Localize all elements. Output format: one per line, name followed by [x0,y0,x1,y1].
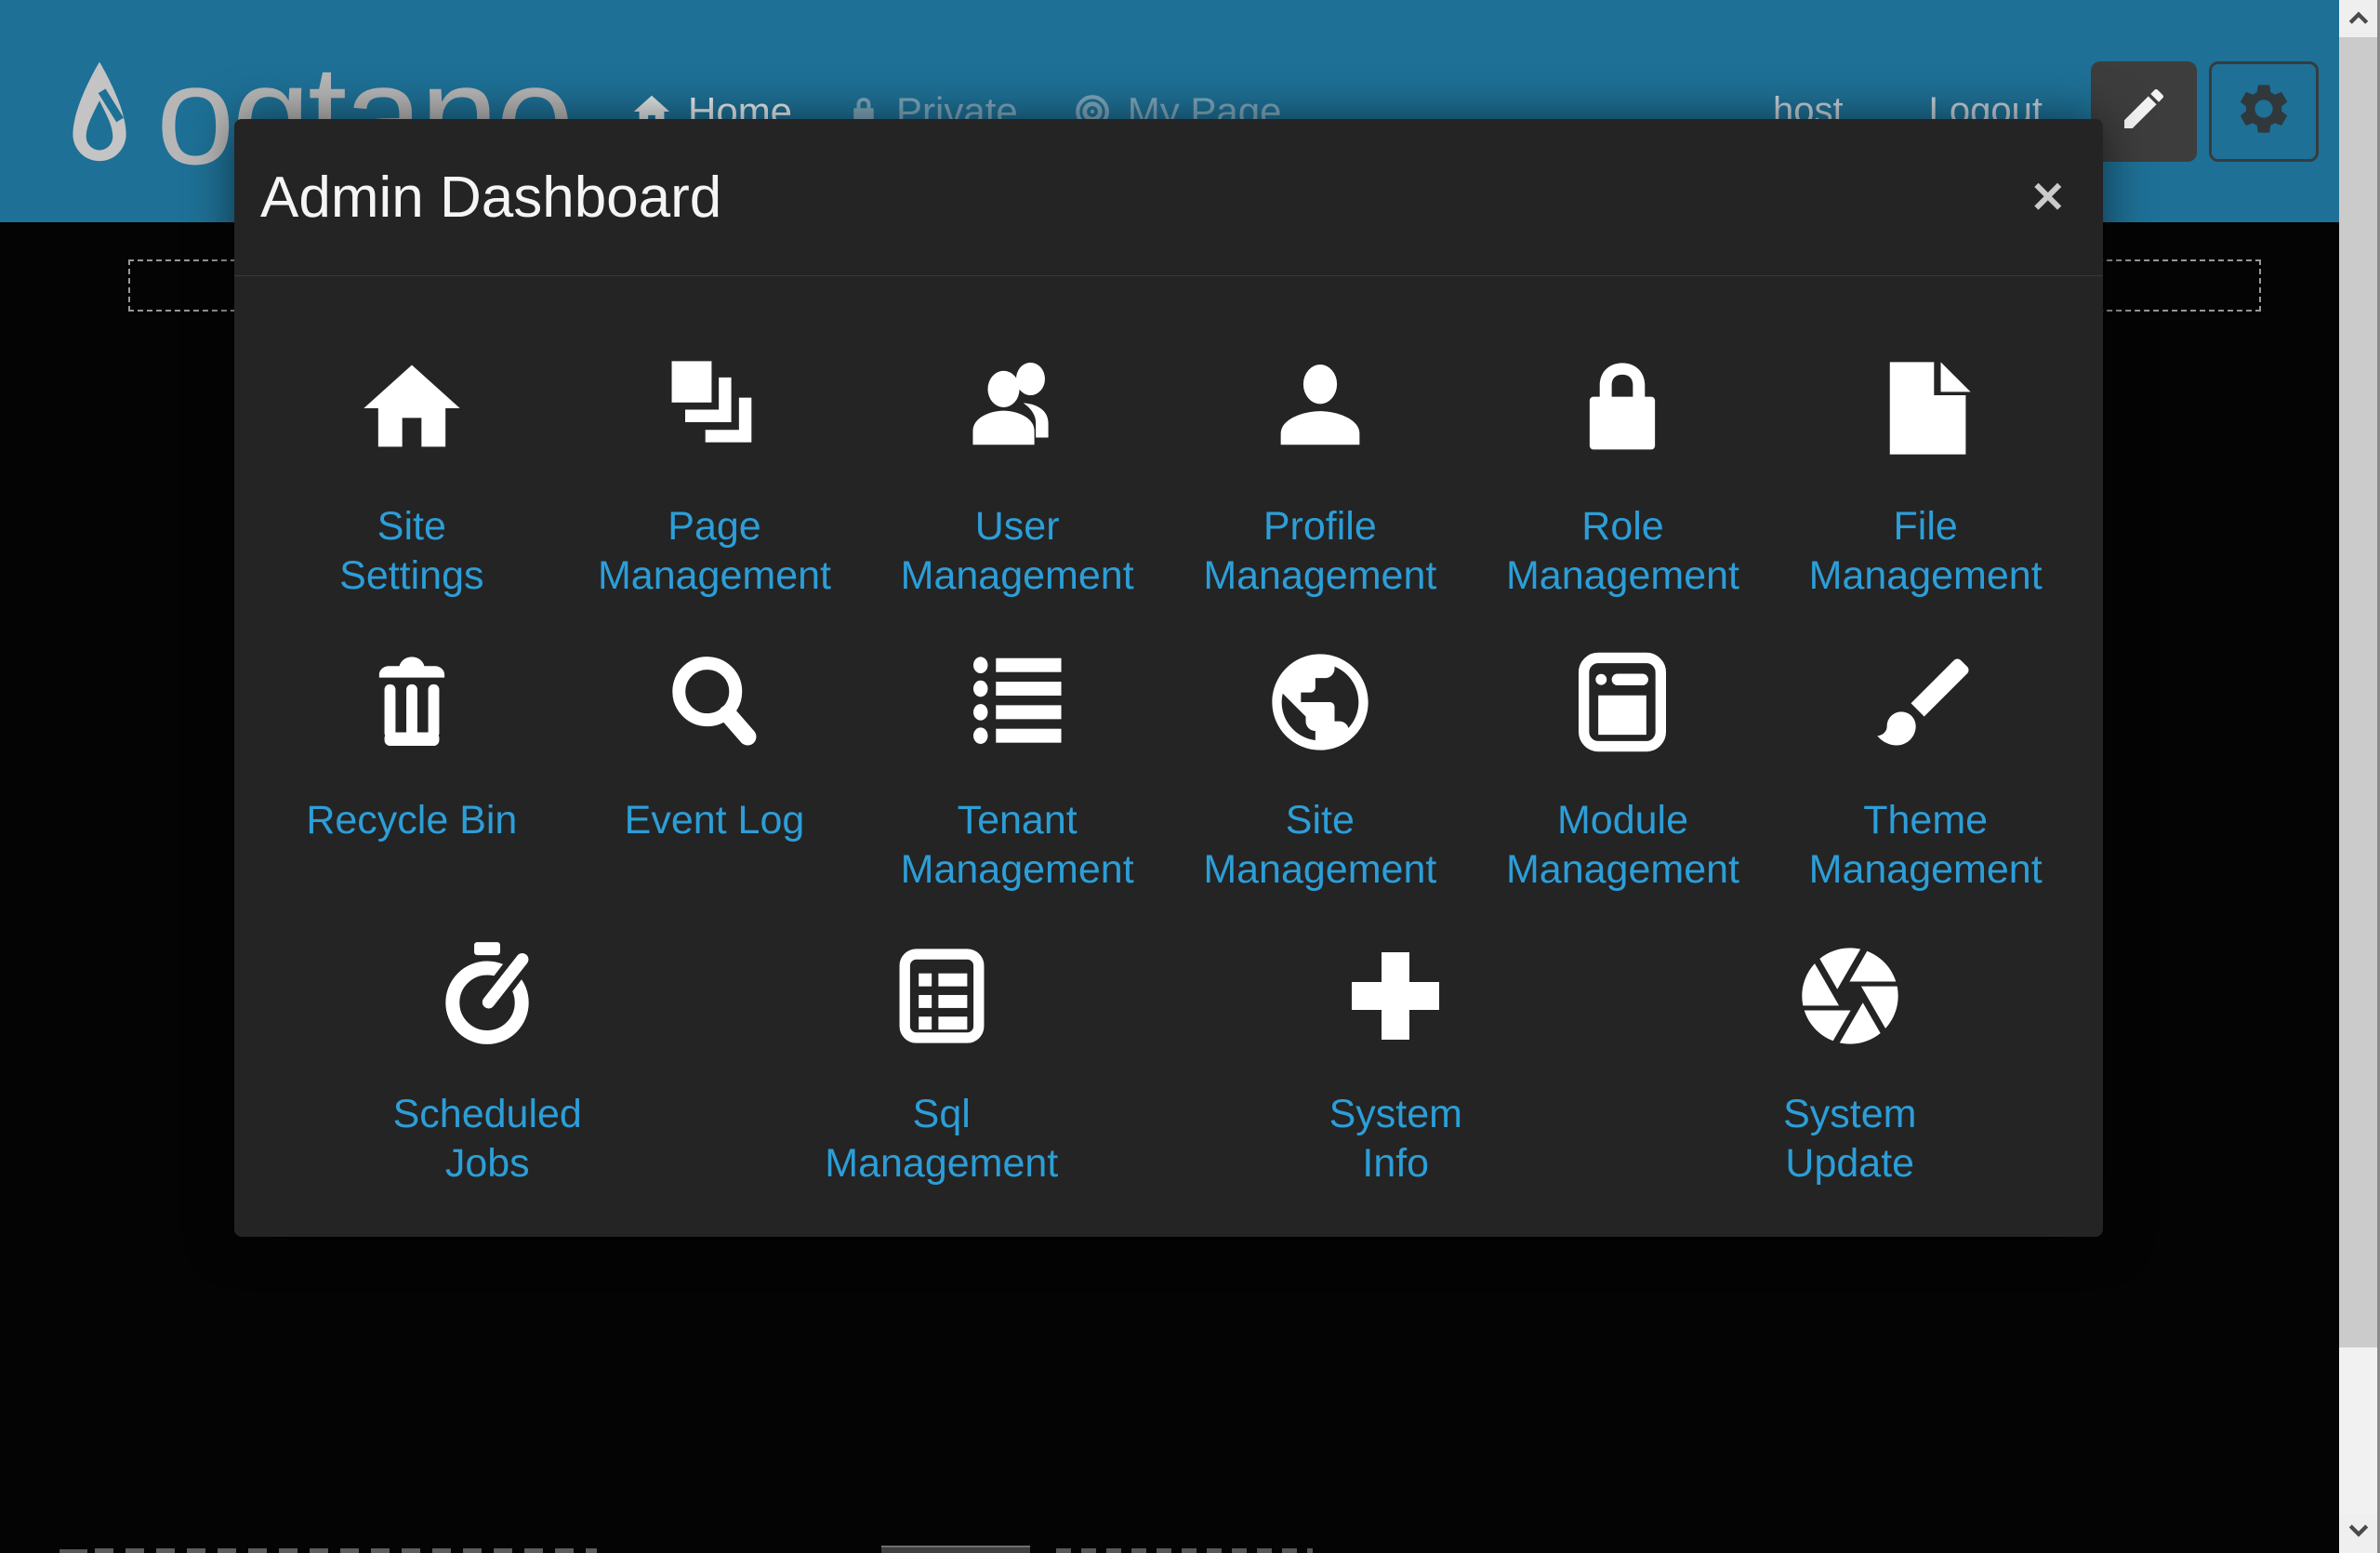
search-icon [563,640,866,764]
gear-icon [2234,79,2294,143]
water-drop-icon [63,60,136,180]
admin-tile-module-management[interactable]: ModuleManagement [1472,640,1775,895]
admin-tile-scheduled-jobs[interactable]: ScheduledJobs [260,934,715,1188]
list-icon [866,640,1169,764]
close-icon[interactable]: ✕ [2020,170,2075,224]
admin-tiles-grid: SiteSettingsPageManagementUserManagement… [234,276,2103,1188]
admin-tile-user-management[interactable]: UserManagement [866,346,1169,601]
aperture-icon [1623,934,2078,1058]
admin-tile-label: SystemUpdate [1623,1090,2078,1188]
admin-tile-system-update[interactable]: SystemUpdate [1623,934,2078,1188]
chevron-up-icon [2345,5,2373,33]
admin-tile-role-management[interactable]: RoleManagement [1472,346,1775,601]
clipped-footer-content [881,1546,1030,1553]
admin-tile-label: TenantManagement [866,796,1169,895]
home-icon [260,346,563,471]
admin-tile-row: Recycle BinEvent LogTenantManagementSite… [260,640,2077,895]
pages-icon [563,346,866,471]
trash-icon [260,640,563,764]
admin-tile-recycle-bin[interactable]: Recycle Bin [260,640,563,895]
scrollbar-thumb[interactable] [2339,37,2377,1347]
admin-tile-label: FileManagement [1774,502,2077,601]
admin-tile-label: SystemInfo [1169,1090,1623,1188]
admin-tile-profile-management[interactable]: ProfileManagement [1169,346,1472,601]
chevron-down-icon [2345,1519,2373,1547]
admin-tile-theme-management[interactable]: ThemeManagement [1774,640,2077,895]
admin-tile-site-settings[interactable]: SiteSettings [260,346,563,601]
globe-icon [1169,640,1472,764]
file-icon [1774,346,2077,471]
modal-title: Admin Dashboard [260,165,721,231]
admin-tile-label: SiteManagement [1169,796,1472,895]
admin-tile-label: SqlManagement [715,1090,1170,1188]
admin-tile-sql-management[interactable]: SqlManagement [715,934,1170,1188]
scroll-down-button[interactable] [2339,1514,2377,1551]
page-scrollbar[interactable] [2339,0,2380,1553]
modal-header: Admin Dashboard ✕ [234,119,2103,276]
brush-icon [1774,640,2077,764]
clipped-footer-content [60,1549,87,1553]
admin-tile-label: ScheduledJobs [260,1090,715,1188]
admin-tile-site-management[interactable]: SiteManagement [1169,640,1472,895]
admin-tile-row: SiteSettingsPageManagementUserManagement… [260,346,2077,601]
person-icon [1169,346,1472,471]
window-icon [1472,640,1775,764]
clipped-footer-content [1056,1548,1313,1553]
admin-tile-system-info[interactable]: SystemInfo [1169,934,1623,1188]
plus-icon [1169,934,1623,1058]
table-icon [715,934,1170,1058]
admin-tile-label: ProfileManagement [1169,502,1472,601]
admin-tile-event-log[interactable]: Event Log [563,640,866,895]
admin-tile-label: ModuleManagement [1472,796,1775,895]
admin-tile-label: Recycle Bin [260,796,563,845]
edit-mode-button[interactable] [2091,61,2197,162]
users-icon [866,346,1169,471]
admin-tile-label: PageManagement [563,502,866,601]
admin-tile-label: ThemeManagement [1774,796,2077,895]
admin-tile-label: UserManagement [866,502,1169,601]
clipped-footer-content [95,1548,597,1553]
admin-tile-page-management[interactable]: PageManagement [563,346,866,601]
scroll-up-button[interactable] [2339,0,2377,37]
timer-icon [260,934,715,1058]
pencil-icon [2118,83,2170,139]
admin-tile-row: ScheduledJobsSqlManagementSystemInfoSyst… [260,934,2077,1188]
admin-tile-label: Event Log [563,796,866,845]
admin-dashboard-modal: Admin Dashboard ✕ SiteSettingsPageManage… [234,119,2103,1237]
settings-button[interactable] [2209,61,2319,162]
lock-icon [1472,346,1775,471]
admin-tile-tenant-management[interactable]: TenantManagement [866,640,1169,895]
admin-tile-label: SiteSettings [260,502,563,601]
admin-tile-label: RoleManagement [1472,502,1775,601]
admin-tile-file-management[interactable]: FileManagement [1774,346,2077,601]
